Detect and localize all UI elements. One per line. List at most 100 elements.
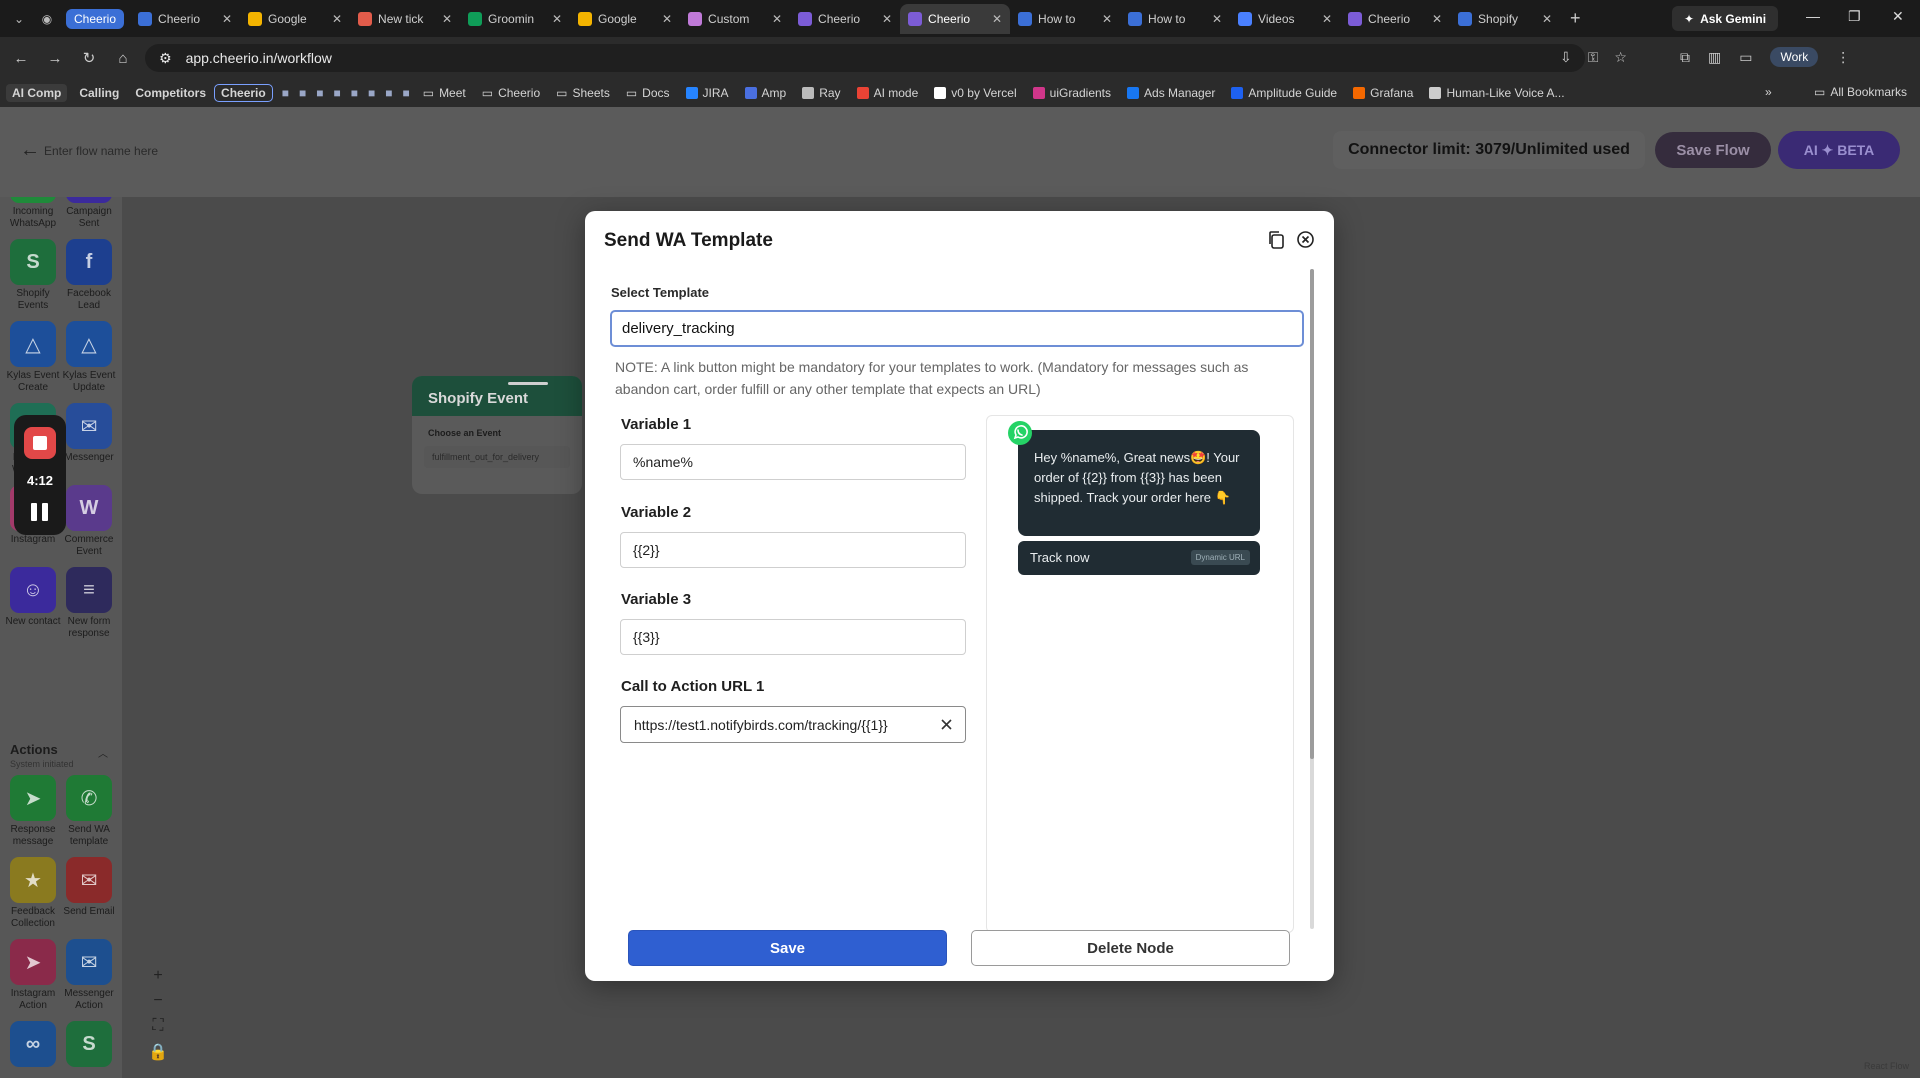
browser-tab[interactable]: Cheerio ✕	[1340, 4, 1450, 34]
bookmark-item[interactable]: Ray	[794, 86, 848, 100]
install-app-icon[interactable]: ⇩	[1560, 49, 1572, 66]
sidebar-node-item[interactable]: ➤ Instagram Action	[3, 939, 63, 1012]
tab-close-icon[interactable]: ✕	[332, 12, 342, 26]
tab-close-icon[interactable]: ✕	[552, 12, 562, 26]
bookmark-item[interactable]: Grafana	[1345, 86, 1421, 100]
sidebar-node-item[interactable]: S Shopify Events	[3, 239, 63, 312]
sidebar-node-item[interactable]: ✆ Send WA template	[59, 775, 119, 848]
collapse-chevron-icon[interactable]: ︿	[98, 745, 108, 760]
zoom-out-icon[interactable]: −	[148, 992, 168, 1017]
bookmark-star-icon[interactable]: ☆	[1614, 49, 1627, 66]
browser-menu-icon[interactable]: ⋮	[1836, 49, 1850, 66]
browser-tab[interactable]: New tick ✕	[350, 4, 460, 34]
back-arrow-icon[interactable]: ←	[20, 139, 40, 162]
ai-beta-button[interactable]: AI ✦ BETA	[1778, 131, 1900, 169]
bookmark-item[interactable]: ▭ Docs	[618, 86, 678, 100]
modal-scrollbar[interactable]	[1310, 269, 1314, 929]
template-select-input[interactable]	[610, 310, 1304, 347]
bookmark-item[interactable]: AI mode	[849, 86, 927, 100]
side-panel-icon[interactable]: ▥	[1708, 49, 1721, 66]
asana-icon[interactable]: ■	[380, 86, 397, 100]
sidebar-node-item[interactable]: ➤ Response message	[3, 775, 63, 848]
cta-url-input[interactable]	[622, 708, 922, 741]
restore-window-button[interactable]: ❐	[1848, 8, 1861, 25]
reload-icon[interactable]: ↻	[72, 49, 106, 67]
stop-recording-button[interactable]	[24, 427, 56, 459]
bookmark-item[interactable]: Human-Like Voice A...	[1421, 86, 1572, 100]
bookmark-item[interactable]: Competitors	[127, 86, 214, 100]
sidebar-node-item[interactable]: ✉ Send Email	[59, 857, 119, 918]
variable-1-input[interactable]	[620, 444, 966, 480]
sidebar-node-item[interactable]: ✆ Incoming WhatsApp	[3, 197, 63, 230]
browser-tab[interactable]: Shopify ✕	[1450, 4, 1560, 34]
variable-2-input[interactable]	[620, 532, 966, 568]
calendar-icon[interactable]: ■	[363, 86, 380, 100]
address-bar[interactable]: ⚙ app.cheerio.in/workflow	[145, 44, 1585, 72]
sidebar-node-item[interactable]: △ Kylas Event Create	[3, 321, 63, 394]
tab-close-icon[interactable]: ✕	[882, 12, 892, 26]
bookmark-item[interactable]: Amplitude Guide	[1223, 86, 1345, 100]
react-flow-attribution[interactable]: React Flow	[1864, 1061, 1909, 1071]
tab-close-icon[interactable]: ✕	[1102, 12, 1112, 26]
browser-tab[interactable]: Groomin ✕	[460, 4, 570, 34]
bookmark-item[interactable]: Calling	[71, 86, 127, 100]
browser-tab[interactable]: How to ✕	[1010, 4, 1120, 34]
tab-close-icon[interactable]: ✕	[1212, 12, 1222, 26]
close-icon[interactable]	[1296, 230, 1315, 249]
delete-node-button[interactable]: Delete Node	[971, 930, 1290, 966]
all-bookmarks[interactable]: ▭ All Bookmarks	[1806, 85, 1915, 99]
sidebar-node-item[interactable]: f Facebook Lead	[59, 239, 119, 312]
bookmark-item[interactable]: Cheerio	[214, 84, 273, 102]
tab-close-icon[interactable]: ✕	[992, 12, 1002, 26]
bookmark-item[interactable]: Ads Manager	[1119, 86, 1223, 100]
bookmark-item[interactable]: AI Comp	[6, 84, 68, 102]
bookmark-item[interactable]: v0 by Vercel	[926, 86, 1024, 100]
minimize-window-button[interactable]: —	[1806, 8, 1820, 24]
sidebar-node-item[interactable]: ☺ New contact	[3, 567, 63, 628]
lock-icon[interactable]: 🔒	[148, 1042, 168, 1067]
bookmark-item[interactable]: uiGradients	[1025, 86, 1119, 100]
tab-close-icon[interactable]: ✕	[1432, 12, 1442, 26]
node-event-value[interactable]: fulfillment_out_for_delivery	[424, 446, 570, 468]
password-key-icon[interactable]: ⚿	[1588, 49, 1599, 66]
sidebar-node-item[interactable]: ∞	[3, 1021, 63, 1070]
tab-close-icon[interactable]: ✕	[662, 12, 672, 26]
sidebar-node-item[interactable]: ◆ Campaign Sent	[59, 197, 119, 230]
apps-grid-icon[interactable]: ■	[277, 86, 294, 100]
docs-icon[interactable]: ■	[328, 86, 345, 100]
close-window-button[interactable]: ✕	[1892, 8, 1904, 25]
tab-search-chevron-icon[interactable]: ⌄	[8, 8, 30, 30]
pause-recording-button[interactable]	[31, 503, 49, 521]
browser-tab[interactable]: Google ✕	[570, 4, 680, 34]
slack-icon[interactable]: ■	[346, 86, 363, 100]
ask-gemini-button[interactable]: ✦ Ask Gemini	[1672, 6, 1779, 31]
sheets-icon[interactable]: ■	[397, 86, 414, 100]
save-flow-button[interactable]: Save Flow	[1655, 132, 1771, 168]
sidebar-node-item[interactable]: S	[59, 1021, 119, 1070]
bookmark-item[interactable]: ▭ Sheets	[548, 86, 618, 100]
sidebar-node-item[interactable]: ★ Feedback Collection	[3, 857, 63, 930]
tab-close-icon[interactable]: ✕	[442, 12, 452, 26]
profile-chip[interactable]: Work	[1770, 47, 1819, 67]
shopify-event-node[interactable]: Shopify Event Choose an Event fulfillmen…	[412, 376, 582, 494]
flow-name-input[interactable]	[44, 137, 794, 165]
tab-close-icon[interactable]: ✕	[772, 12, 782, 26]
new-tab-button[interactable]: +	[1560, 8, 1591, 29]
extensions-icon[interactable]: ⧉	[1680, 49, 1690, 66]
fit-view-icon[interactable]: ⛶	[148, 1017, 168, 1042]
forward-icon[interactable]: →	[38, 50, 72, 67]
sidebar-node-item[interactable]: △ Kylas Event Update	[59, 321, 119, 394]
zoom-in-icon[interactable]: +	[148, 967, 168, 992]
browser-tab[interactable]: How to ✕	[1120, 4, 1230, 34]
sidebar-node-item[interactable]: ✉ Messenger	[59, 403, 119, 464]
node-drag-handle[interactable]	[508, 382, 548, 385]
browser-tab[interactable]: Cheerio ✕	[900, 3, 1011, 34]
bookmark-item[interactable]: JIRA	[678, 86, 737, 100]
more-bookmarks-icon[interactable]: »	[1765, 85, 1772, 99]
browser-tab[interactable]: Cheerio ✕	[790, 4, 900, 34]
save-button[interactable]: Save	[628, 930, 947, 966]
bookmark-item[interactable]: ▭ Cheerio	[474, 86, 548, 100]
home-icon[interactable]: ⌂	[106, 50, 140, 67]
ip-icon[interactable]: ■	[311, 86, 328, 100]
browser-tab[interactable]: Google ✕	[240, 4, 350, 34]
